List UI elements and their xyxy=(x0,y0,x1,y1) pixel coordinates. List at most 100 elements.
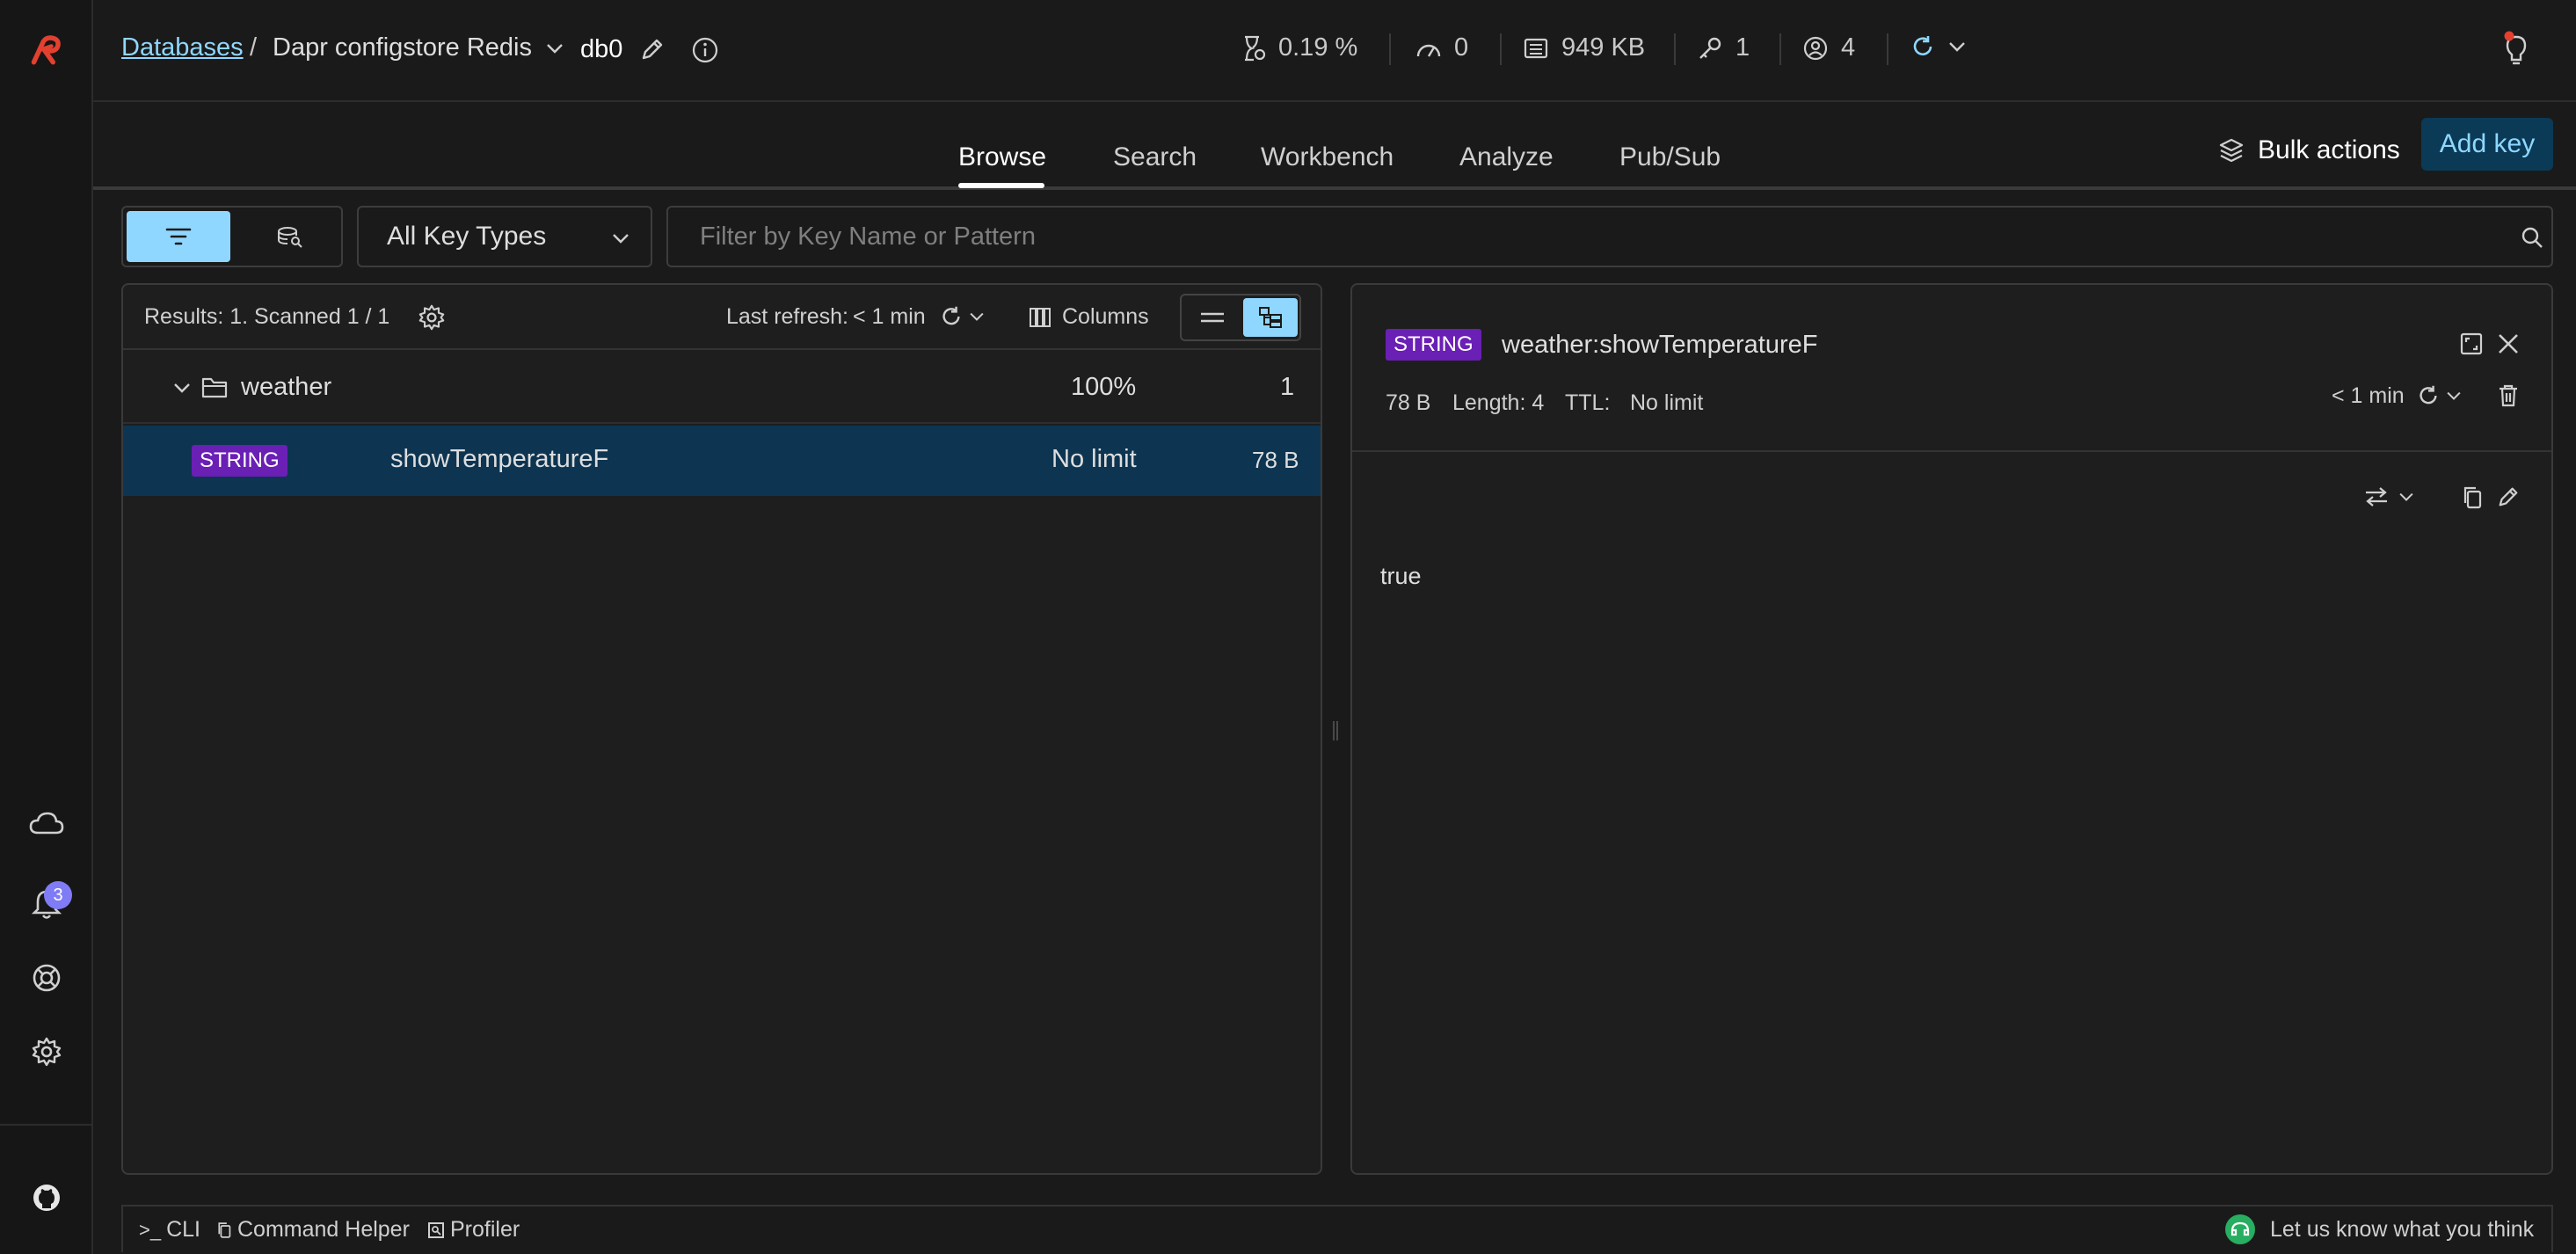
profiler-button[interactable]: Profiler xyxy=(427,1217,520,1243)
breadcrumb-databases-link[interactable]: Databases xyxy=(121,33,244,62)
user-circle-icon xyxy=(1803,36,1828,60)
ops-value: 0 xyxy=(1454,33,1469,62)
stat-divider xyxy=(1500,33,1502,65)
memory-icon xyxy=(1524,38,1548,58)
columns-button[interactable]: Columns xyxy=(1029,304,1149,330)
chevron-down-icon[interactable] xyxy=(172,382,192,394)
add-key-button[interactable]: Add key xyxy=(2421,118,2553,171)
detail-refresh-value: < 1 min xyxy=(2332,383,2405,408)
tree-view-icon xyxy=(1259,307,1282,328)
detail-ttl-value[interactable]: No limit xyxy=(1630,390,1703,416)
redis-logo-icon[interactable] xyxy=(29,33,64,69)
filter-lines-icon xyxy=(165,228,192,245)
stat-divider xyxy=(1779,33,1781,65)
breadcrumb-separator: / xyxy=(250,33,258,62)
close-icon[interactable] xyxy=(2497,332,2520,355)
speedometer-icon xyxy=(1416,44,1441,57)
tab-pubsub[interactable]: Pub/Sub xyxy=(1619,142,1721,172)
memory-stat: 949 KB xyxy=(1523,33,1645,62)
tab-analyze[interactable]: Analyze xyxy=(1459,142,1554,172)
key-search-input[interactable] xyxy=(668,208,2488,266)
memory-value: 949 KB xyxy=(1561,33,1646,62)
insights-lightbulb-icon[interactable] xyxy=(2500,30,2532,67)
list-lines-icon xyxy=(1201,312,1224,323)
chevron-down-icon xyxy=(2399,492,2413,501)
panel-resize-handle[interactable] xyxy=(1331,718,1340,744)
feedback-link[interactable]: Let us know what you think xyxy=(2224,1214,2534,1245)
layers-icon xyxy=(2219,138,2244,163)
detail-size: 78 B xyxy=(1386,390,1431,415)
copy-icon[interactable] xyxy=(2462,485,2483,510)
key-ttl: No limit xyxy=(1052,445,1137,473)
feedback-chat-icon xyxy=(2225,1214,2255,1244)
keys-value: 1 xyxy=(1736,33,1750,62)
database-name-dropdown[interactable]: Dapr configstore Redis xyxy=(273,33,564,62)
filter-mode-button[interactable] xyxy=(127,211,230,262)
list-refresh-button[interactable] xyxy=(939,304,985,329)
cloud-icon[interactable] xyxy=(29,806,64,841)
stat-divider xyxy=(1674,33,1676,65)
info-icon[interactable] xyxy=(691,36,719,64)
key-search-field xyxy=(666,206,2553,267)
key-row[interactable]: STRING showTemperatureF No limit 78 B xyxy=(123,426,1321,496)
view-mode-toggle xyxy=(121,206,343,267)
command-helper-button[interactable]: Command Helper xyxy=(216,1217,410,1243)
key-detail-panel: STRING weather:showTemperatureF 78 B Len… xyxy=(1350,283,2553,1175)
profiler-label: Profiler xyxy=(450,1217,520,1242)
format-select[interactable] xyxy=(2363,485,2414,508)
tab-workbench[interactable]: Workbench xyxy=(1261,142,1394,172)
top-header: Databases / Dapr configstore Redis db0 0… xyxy=(93,0,2576,102)
vector-search-icon xyxy=(278,227,302,248)
key-list-panel: Results: 1. Scanned 1 / 1 Last refresh: … xyxy=(121,283,1322,1175)
search-icon[interactable] xyxy=(2520,225,2544,250)
columns-icon xyxy=(1030,307,1051,327)
database-name: Dapr configstore Redis xyxy=(273,33,532,62)
chevron-down-icon xyxy=(970,312,984,321)
detail-header-divider xyxy=(1352,450,2551,452)
folder-row[interactable]: weather 100% 1 xyxy=(123,352,1321,424)
help-lifebuoy-icon[interactable] xyxy=(29,960,64,995)
github-icon[interactable] xyxy=(29,1180,64,1215)
key-type-select[interactable]: All Key Types xyxy=(357,206,652,267)
key-size: 78 B xyxy=(1252,447,1299,473)
detail-refresh-button[interactable] xyxy=(2416,383,2462,408)
swap-arrows-icon xyxy=(2366,487,2387,507)
stat-divider xyxy=(1389,33,1391,65)
cpu-timer-icon xyxy=(1245,35,1266,61)
cli-label: CLI xyxy=(166,1217,200,1242)
refresh-icon xyxy=(2420,385,2437,405)
refresh-icon xyxy=(942,306,960,325)
refresh-icon xyxy=(1913,36,1932,55)
auto-refresh-dropdown[interactable] xyxy=(1910,33,1966,60)
gear-icon[interactable] xyxy=(29,1034,64,1069)
cli-button[interactable]: >_ CLI xyxy=(139,1217,200,1243)
profiler-icon xyxy=(428,1221,444,1238)
key-type-badge: STRING xyxy=(192,445,287,477)
last-refresh-label: Last refresh: xyxy=(726,304,848,329)
tree-view-button[interactable] xyxy=(1243,298,1298,337)
active-tab-indicator xyxy=(958,183,1044,188)
chevron-down-icon xyxy=(2447,391,2461,400)
columns-label: Columns xyxy=(1062,304,1149,329)
vector-search-mode-button[interactable] xyxy=(239,211,339,262)
bottom-toolbar: >_ CLI Command Helper Profiler Let us kn… xyxy=(121,1205,2553,1252)
tabs-baseline xyxy=(93,186,2576,190)
cpu-stat: 0.19 % xyxy=(1241,33,1357,62)
db-index: db0 xyxy=(580,35,623,63)
chevron-down-icon xyxy=(547,44,563,55)
list-view-button[interactable] xyxy=(1185,298,1240,337)
scan-settings-gear-icon[interactable] xyxy=(418,304,445,331)
ops-stat: 0 xyxy=(1415,33,1468,62)
notification-count-badge: 3 xyxy=(44,881,72,909)
tab-search[interactable]: Search xyxy=(1113,142,1197,172)
expand-fullscreen-icon[interactable] xyxy=(2460,332,2483,355)
edit-pencil-icon[interactable] xyxy=(640,37,665,62)
folder-icon xyxy=(201,377,228,398)
edit-pencil-icon[interactable] xyxy=(2497,485,2520,508)
detail-key-name[interactable]: weather:showTemperatureF xyxy=(1502,331,1817,360)
trash-icon[interactable] xyxy=(2497,383,2520,408)
bulk-actions-button[interactable]: Bulk actions xyxy=(2219,130,2400,171)
clients-stat: 4 xyxy=(1802,33,1855,62)
cpu-value: 0.19 % xyxy=(1278,33,1358,62)
tab-browse[interactable]: Browse xyxy=(958,142,1046,172)
